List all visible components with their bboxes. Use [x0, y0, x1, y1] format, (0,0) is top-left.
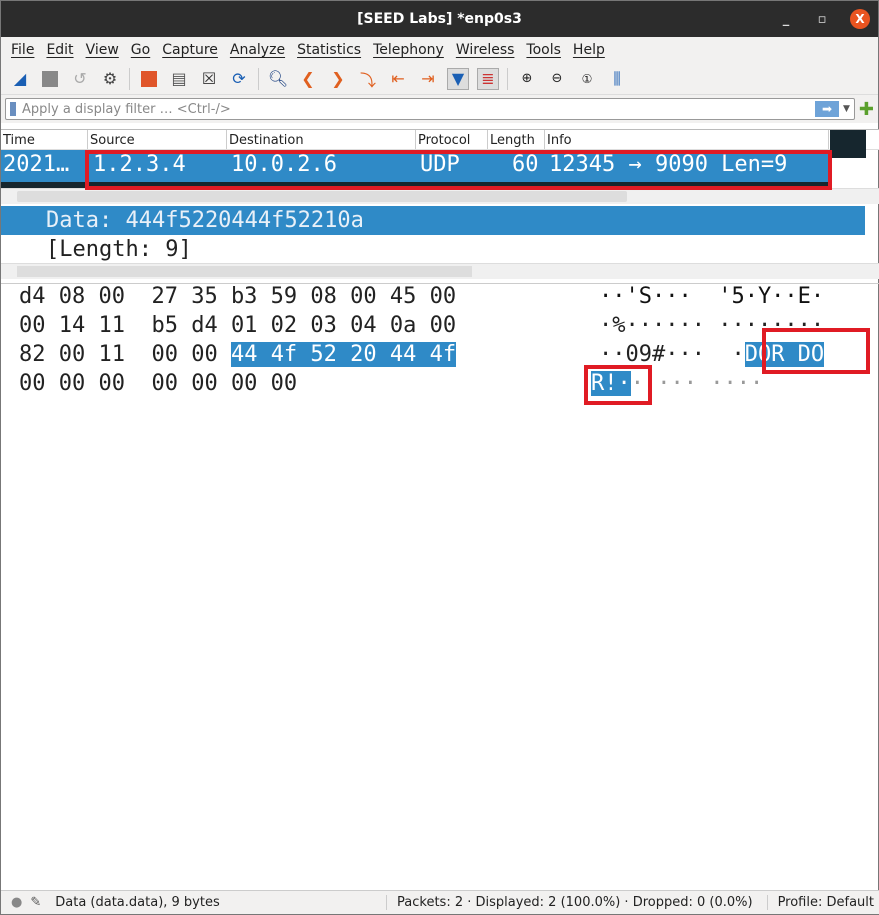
go-back-icon[interactable]: ❮	[297, 68, 319, 90]
column-info[interactable]: Info	[545, 130, 829, 149]
menu-edit[interactable]: Edit	[46, 42, 73, 58]
hex-row-4[interactable]: 00 00 00 00 00 00 00	[19, 371, 297, 396]
menu-statistics[interactable]: Statistics	[297, 42, 361, 58]
packet-details: Data: 444f5220444f52210a [Length: 9]	[1, 206, 879, 279]
menu-wireless[interactable]: Wireless	[456, 42, 515, 58]
status-profile[interactable]: Profile: Default	[766, 895, 874, 910]
close-file-icon[interactable]: ☒	[198, 68, 220, 90]
toolbar-divider	[258, 67, 259, 90]
packet-bytes: d4 08 00 27 35 b3 59 08 00 45 00 ··'S···…	[1, 283, 879, 405]
toolbar-divider	[507, 67, 508, 90]
edit-comment-icon[interactable]: ✎	[30, 895, 41, 910]
filter-bar: Apply a display filter … <Ctrl-/> ➡ ▼ ✚	[1, 95, 878, 123]
capture-status-icon: ●	[11, 895, 23, 910]
toolbar-divider	[129, 67, 130, 90]
packet-time: 2021…	[3, 152, 70, 177]
menu-file[interactable]: File	[11, 42, 34, 58]
go-last-icon[interactable]: ⇥	[417, 68, 439, 90]
window-title: [SEED Labs] *enp0s3	[357, 11, 522, 27]
close-button[interactable]: X	[850, 9, 870, 29]
status-field-info: Data (data.data), 9 bytes	[55, 895, 220, 910]
column-length[interactable]: Length	[488, 130, 545, 149]
apply-filter-arrow-icon[interactable]: ➡	[814, 101, 839, 117]
go-forward-icon[interactable]: ❯	[327, 68, 349, 90]
packet-list-minimap	[830, 130, 866, 158]
start-capture-icon[interactable]: ◢	[9, 68, 31, 90]
menu-view[interactable]: View	[86, 42, 119, 58]
stop-capture-icon[interactable]	[39, 68, 61, 90]
open-file-icon[interactable]	[138, 68, 160, 90]
add-filter-button-icon[interactable]: ✚	[859, 99, 874, 120]
hex-bytes: 27 35 b3 59 08 00 45 00	[151, 284, 457, 309]
hex-selected-bytes[interactable]: 44 4f 52 20 44 4f	[230, 342, 457, 367]
details-hscrollbar[interactable]	[1, 263, 879, 279]
bookmark-icon[interactable]	[10, 102, 16, 116]
column-destination[interactable]: Destination	[227, 130, 416, 149]
go-first-icon[interactable]: ⇤	[387, 68, 409, 90]
hex-row-1[interactable]: d4 08 00 27 35 b3 59 08 00 45 00	[19, 284, 456, 309]
capture-options-icon[interactable]: ⚙	[99, 68, 121, 90]
menu-bar: File Edit View Go Capture Analyze Statis…	[1, 37, 878, 63]
hex-bytes: d4 08 00	[19, 284, 125, 309]
packet-list-header: Time Source Destination Protocol Length …	[1, 130, 879, 150]
highlight-box	[762, 328, 870, 374]
hex-bytes: 00 14 11	[19, 313, 125, 338]
find-packet-icon[interactable]: 🔍︎	[267, 68, 289, 90]
go-to-packet-icon[interactable]: ⤵	[357, 68, 379, 90]
status-bar: ● ✎ Data (data.data), 9 bytes Packets: 2…	[1, 890, 879, 914]
hex-bytes: 82 00 11	[19, 342, 125, 367]
packet-list: Time Source Destination Protocol Length …	[1, 129, 879, 204]
display-filter-input[interactable]: Apply a display filter … <Ctrl-/> ➡ ▼	[5, 98, 855, 120]
filter-placeholder: Apply a display filter … <Ctrl-/>	[22, 101, 231, 117]
filter-dropdown-icon[interactable]: ▼	[843, 104, 850, 114]
main-toolbar: ◢ ↺ ⚙ ▤ ☒ ⟳ 🔍︎ ❮ ❯ ⤵ ⇤ ⇥ ▼ ≣ ⊕ ⊖ ① ⫼	[1, 63, 878, 95]
column-time[interactable]: Time	[1, 130, 88, 149]
reload-file-icon[interactable]: ⟳	[228, 68, 250, 90]
hex-row-2[interactable]: 00 14 11 b5 d4 01 02 03 04 0a 00	[19, 313, 456, 338]
ascii-text: ··09#··· ·	[599, 342, 745, 367]
zoom-out-icon[interactable]: ⊖	[546, 68, 568, 90]
status-packets: Packets: 2 · Displayed: 2 (100.0%) · Dro…	[386, 895, 753, 910]
hex-bytes: 00 00	[151, 342, 218, 367]
menu-analyze[interactable]: Analyze	[230, 42, 285, 58]
column-source[interactable]: Source	[88, 130, 227, 149]
save-file-icon[interactable]: ▤	[168, 68, 190, 90]
menu-tools[interactable]: Tools	[526, 42, 561, 58]
colorize-icon[interactable]: ≣	[477, 67, 499, 90]
autoscroll-icon[interactable]: ▼	[447, 67, 469, 90]
highlight-box	[85, 150, 832, 190]
restart-capture-icon[interactable]: ↺	[69, 68, 91, 90]
menu-capture[interactable]: Capture	[162, 42, 218, 58]
normal-size-icon[interactable]: ①	[576, 68, 598, 90]
ascii-row-1[interactable]: ··'S··· '5·Y··E·	[599, 284, 824, 309]
menu-telephony[interactable]: Telephony	[373, 42, 444, 58]
hex-row-3[interactable]: 82 00 11 00 00 44 4f 52 20 44 4f	[19, 342, 457, 367]
hex-bytes: 00 00 00 00	[151, 371, 298, 396]
maximize-button[interactable]: ▫	[814, 12, 830, 27]
hex-bytes: b5 d4 01 02 03 04 0a 00	[151, 313, 457, 338]
column-protocol[interactable]: Protocol	[416, 130, 488, 149]
packet-list-hscrollbar[interactable]	[1, 188, 879, 204]
resize-columns-icon[interactable]: ⫼	[606, 68, 628, 90]
highlight-box	[584, 365, 652, 405]
detail-length-item[interactable]: [Length: 9]	[1, 235, 879, 263]
menu-help[interactable]: Help	[573, 42, 605, 58]
title-bar: [SEED Labs] *enp0s3 _ ▫ X	[1, 1, 878, 37]
hex-bytes: 00 00 00	[19, 371, 125, 396]
minimize-button[interactable]: _	[778, 12, 794, 27]
detail-data-item[interactable]: Data: 444f5220444f52210a	[1, 206, 865, 235]
menu-go[interactable]: Go	[131, 42, 150, 58]
zoom-in-icon[interactable]: ⊕	[516, 68, 538, 90]
